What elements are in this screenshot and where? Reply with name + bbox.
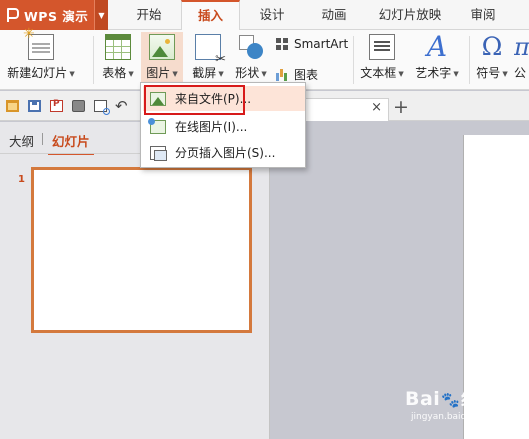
tab-review[interactable]: 审阅 [458, 0, 508, 30]
tab-slides[interactable]: 幻灯片 [48, 131, 93, 155]
menu-item-label: 分页插入图片(S)... [175, 146, 276, 160]
formula-button[interactable]: π 公 [514, 30, 529, 81]
chevron-down-icon: ▼ [261, 69, 267, 78]
screenshot-label: 截屏 [192, 66, 217, 80]
formula-label: 公 [514, 66, 527, 80]
tab-divider [42, 133, 43, 145]
tab-insert[interactable]: 插入 [181, 0, 240, 31]
tab-outline[interactable]: 大纲 [9, 131, 34, 150]
paged-images-icon [150, 145, 167, 161]
app-menu-arrow-icon[interactable]: ▼ [94, 0, 108, 30]
textbox-icon [369, 34, 395, 60]
smartart-button[interactable]: SmartArt [276, 37, 348, 51]
omega-icon: Ω [481, 32, 503, 61]
export-pdf-icon[interactable] [50, 99, 63, 112]
highlight-annotation-box [144, 85, 245, 115]
document-tab[interactable]: × [292, 98, 389, 121]
new-tab-plus-icon[interactable]: + [393, 96, 409, 118]
app-name: WPS 演示 [24, 8, 89, 24]
slide-number: 1 [18, 174, 25, 185]
shape-button[interactable]: 形状 ▼ [230, 30, 272, 81]
symbol-button[interactable]: Ω 符号 ▼ [473, 30, 511, 81]
close-icon[interactable]: × [371, 100, 382, 115]
save-icon[interactable] [28, 100, 41, 112]
shape-label: 形状 [235, 66, 260, 80]
new-slide-label: 新建幻灯片 [7, 66, 68, 80]
watermark-brand-suffix: 经验 [461, 388, 501, 410]
new-slide-button[interactable]: 新建幻灯片▼ [7, 26, 75, 81]
screenshot-icon [195, 34, 226, 67]
textbox-label: 文本框 [360, 66, 397, 80]
tab-design[interactable]: 设计 [247, 0, 297, 30]
menu-item-insert-by-page[interactable]: 分页插入图片(S)... [143, 140, 305, 165]
chart-button[interactable]: 图表 [276, 66, 318, 83]
insert-ribbon: 新建幻灯片▼ 表格▼ 图片▼ 截屏▼ 形状▼ SmartArt 图表 文本框▼ … [0, 26, 529, 90]
chevron-down-icon: ▼ [453, 69, 459, 78]
symbol-label: 符号 [476, 66, 501, 80]
screenshot-button[interactable]: 截屏▼ [187, 30, 229, 81]
art-text-label: 艺术字 [415, 66, 452, 80]
tab-slideshow[interactable]: 幻灯片放映 [370, 0, 450, 30]
print-icon[interactable] [72, 100, 85, 112]
chart-label: 图表 [294, 68, 319, 82]
table-button[interactable]: 表格 ▼ [99, 30, 137, 81]
formula-icon: π [514, 33, 529, 61]
app-menu-button[interactable]: WPS 演示 ▼ [0, 0, 108, 30]
print-preview-icon[interactable] [94, 100, 110, 115]
textbox-button[interactable]: 文本框 ▼ [357, 30, 407, 81]
tab-home[interactable]: 开始 [124, 0, 174, 30]
smartart-icon [276, 38, 290, 50]
undo-icon[interactable]: ↶ [115, 99, 128, 114]
chevron-down-icon: ▼ [128, 69, 134, 78]
shape-icon [238, 34, 264, 60]
chevron-down-icon: ▼ [172, 69, 178, 78]
menu-item-online-picture[interactable]: 在线图片(I)... [143, 114, 305, 139]
ribbon-separator [93, 36, 94, 84]
picture-button[interactable]: 图片 ▼ [141, 32, 183, 88]
watermark-brand: Bai [405, 388, 441, 410]
open-folder-icon[interactable] [6, 100, 19, 112]
chart-icon [276, 68, 290, 81]
ribbon-separator [353, 36, 354, 84]
slides-panel: 大纲 幻灯片 1 [0, 122, 270, 439]
chevron-down-icon: ▼ [398, 69, 404, 78]
chevron-down-icon: ▼ [218, 69, 224, 78]
watermark-site: jingyan.baidu.com [411, 412, 495, 422]
slide-thumbnail[interactable] [31, 167, 252, 333]
paw-icon: 🐾 [441, 391, 461, 409]
chevron-down-icon: ▼ [69, 69, 75, 78]
ribbon-separator [469, 36, 470, 84]
table-icon [105, 34, 131, 60]
menu-item-label: 在线图片(I)... [175, 120, 248, 134]
online-picture-icon [148, 117, 166, 134]
art-text-icon: A [426, 30, 448, 63]
art-text-button[interactable]: A 艺术字 ▼ [412, 30, 462, 81]
wps-logo-icon [6, 7, 20, 23]
menu-tab-bar: WPS 演示 ▼ 开始 插入 设计 动画 幻灯片放映 审阅 [0, 0, 529, 31]
picture-label: 图片 [146, 66, 171, 80]
picture-icon [149, 34, 175, 60]
new-slide-icon [23, 26, 54, 60]
baidu-watermark: Bai🐾经验 jingyan.baidu.com [405, 384, 500, 422]
chevron-down-icon: ▼ [502, 69, 508, 78]
table-label: 表格 [102, 66, 127, 80]
tab-animation[interactable]: 动画 [309, 0, 359, 30]
smartart-label: SmartArt [294, 37, 349, 51]
